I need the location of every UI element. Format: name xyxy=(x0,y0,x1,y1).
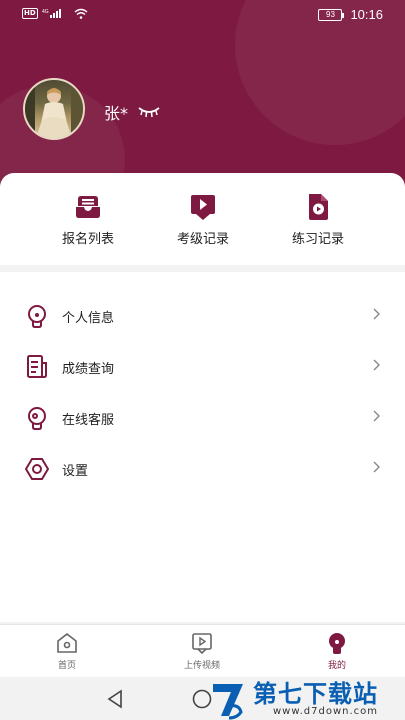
menu-label: 设置 xyxy=(62,464,89,479)
document-icon xyxy=(27,355,47,378)
quick-action-label: 考级记录 xyxy=(176,232,229,247)
watermark-logo xyxy=(213,684,243,720)
watermark-title: 第七下载站 xyxy=(253,680,378,708)
settings-menu: 个人信息 成绩查询 在线客服 设置 xyxy=(0,272,405,622)
quick-action-label: 报名列表 xyxy=(61,232,114,247)
chevron-right-icon xyxy=(373,308,380,320)
lightbulb-icon xyxy=(28,305,46,328)
tab-label: 我的 xyxy=(327,661,346,671)
home-icon xyxy=(57,632,77,653)
watermark-url: www.d7down.com xyxy=(273,706,379,717)
menu-label: 成绩查询 xyxy=(62,362,115,377)
tab-label: 首页 xyxy=(57,661,76,671)
support-bulb-icon xyxy=(28,407,46,430)
quick-action-signup-list[interactable]: 报名列表 xyxy=(38,193,138,247)
chevron-right-icon xyxy=(373,410,380,422)
menu-item-online-support[interactable]: 在线客服 xyxy=(0,393,405,443)
quick-action-practice-records[interactable]: 练习记录 xyxy=(268,193,368,247)
quick-action-exam-records[interactable]: 考级记录 xyxy=(153,193,253,247)
chevron-right-icon xyxy=(373,359,380,371)
signal-indicators: HD 4G xyxy=(22,8,88,19)
menu-item-settings[interactable]: 设置 xyxy=(0,444,405,494)
inbox-icon xyxy=(76,196,100,218)
status-bar: HD 4G 93 10:16 xyxy=(0,0,405,32)
hexagon-settings-icon xyxy=(25,458,49,480)
hide-eye-icon[interactable] xyxy=(138,105,160,119)
battery-icon: 93 xyxy=(318,8,345,21)
bottom-tab-bar: 首页 上传视频 我的 xyxy=(0,624,405,677)
profile-name: 张* xyxy=(104,104,129,123)
upload-video-icon xyxy=(192,633,212,655)
svg-text:4G: 4G xyxy=(42,9,49,15)
avatar-photo xyxy=(25,80,83,138)
signal-icon: 4G xyxy=(42,9,61,18)
hd-icon: HD xyxy=(22,8,38,19)
back-triangle-icon[interactable] xyxy=(106,689,124,709)
play-box-icon xyxy=(191,195,215,220)
menu-item-personal-info[interactable]: 个人信息 xyxy=(0,291,405,341)
profile-bulb-icon xyxy=(329,633,345,654)
tab-label: 上传视频 xyxy=(183,661,220,671)
tab-upload-video[interactable]: 上传视频 xyxy=(162,631,242,671)
menu-label: 在线客服 xyxy=(62,413,115,428)
tab-home[interactable]: 首页 xyxy=(27,631,107,671)
clock: 10:16 xyxy=(350,7,383,22)
quick-action-label: 练习记录 xyxy=(291,232,344,247)
chevron-right-icon xyxy=(373,461,380,473)
wifi-icon xyxy=(74,8,88,19)
menu-label: 个人信息 xyxy=(62,311,115,326)
video-file-icon xyxy=(309,194,328,220)
menu-item-score-query[interactable]: 成绩查询 xyxy=(0,342,405,392)
watermark: 第七下载站 www.d7down.com xyxy=(199,680,399,720)
tab-mine[interactable]: 我的 xyxy=(297,631,377,671)
avatar[interactable] xyxy=(23,78,85,140)
